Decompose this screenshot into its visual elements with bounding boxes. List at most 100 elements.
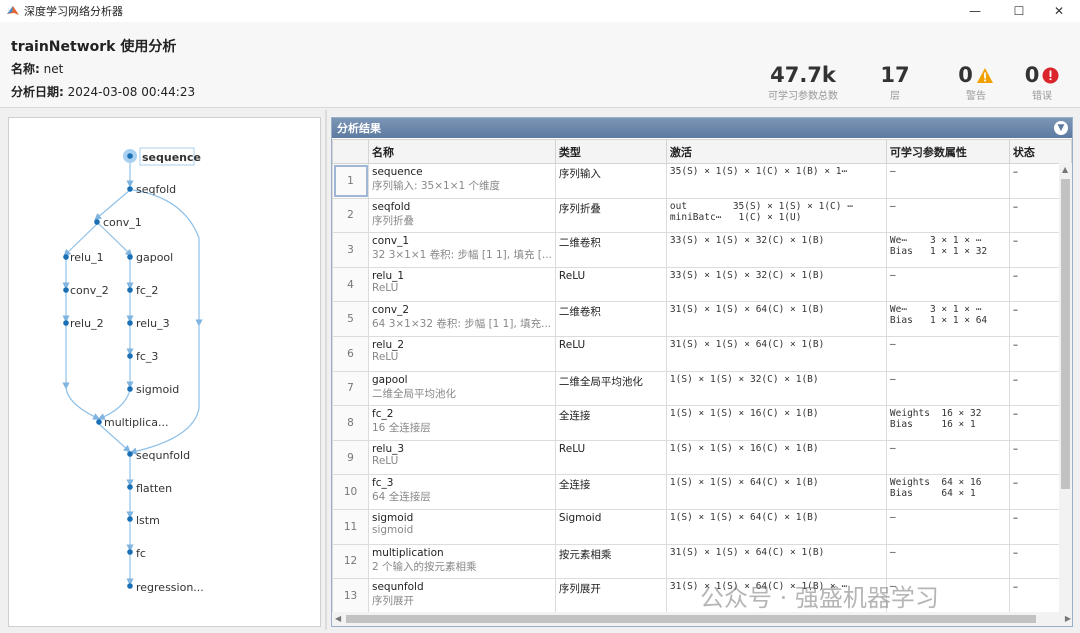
layer-learnables: – xyxy=(885,439,1010,476)
horizontal-scrollbar[interactable]: ◀ ▶ xyxy=(332,612,1072,626)
layer-description: 64 全连接层 xyxy=(372,491,431,504)
graph-node-gapool[interactable]: gapool xyxy=(136,251,173,264)
vertical-scroll-thumb[interactable] xyxy=(1061,179,1070,489)
layer-learnables: We⋯ 3 × 1 × ⋯ Bias 1 × 1 × 64 xyxy=(885,301,1010,337)
layer-name-cell: sigmoid sigmoid xyxy=(368,508,556,545)
name-label: 名称: xyxy=(11,62,40,76)
layer-activations: 31(S) × 1(S) × 64(C) × 1(B) xyxy=(665,335,887,372)
layer-learnables: We⋯ 3 × 1 × ⋯ Bias 1 × 1 × 32 xyxy=(885,232,1010,268)
graph-node-conv-2[interactable]: conv_2 xyxy=(70,284,109,297)
date-label: 分析日期: xyxy=(11,85,64,99)
layer-name-cell: fc_3 64 全连接层 xyxy=(368,474,556,510)
table-row[interactable]: 7 gapool 二维全局平均池化 二维全局平均池化 1(S) × 1(S) × 32(… xyxy=(332,370,1072,407)
table-row[interactable]: 6 relu_2 ReLU ReLU 31(S) × 1(S) × 64(C) × 1(… xyxy=(332,335,1072,372)
stat-value: 0 xyxy=(1024,63,1040,87)
layer-type: 序列折叠 xyxy=(554,197,667,234)
column-header-activations[interactable]: 激活 xyxy=(665,139,887,164)
graph-node-multiplication[interactable]: multiplica... xyxy=(104,416,169,429)
graph-node-lstm[interactable]: lstm xyxy=(136,514,160,527)
table-row[interactable]: 11 sigmoid sigmoid Sigmoid 1(S) × 1(S) × 64(… xyxy=(332,508,1072,545)
analysis-date: 分析日期: 2024-03-08 00:44:23 xyxy=(11,83,195,100)
column-header-type[interactable]: 类型 xyxy=(554,139,667,164)
table-row[interactable]: 8 fc_2 16 全连接层 全连接 1(S) × 1(S) × 16(C) × 1(B… xyxy=(332,405,1072,441)
graph-node-seqfold[interactable]: seqfold xyxy=(136,183,176,196)
layer-activations: 1(S) × 1(S) × 16(C) × 1(B) xyxy=(665,405,887,441)
layer-description: 64 3×1×32 卷积: 步幅 [1 1], 填充... xyxy=(372,318,552,331)
graph-node-relu-2[interactable]: relu_2 xyxy=(70,317,104,330)
layer-activations: 31(S) × 1(S) × 64(C) × 1(B) xyxy=(665,301,887,337)
table-row[interactable]: 12 multiplication 2 个输入的按元素相乘 按元素相乘 31(S) × … xyxy=(332,543,1072,580)
layer-type: 二维全局平均池化 xyxy=(554,370,667,407)
layer-type: ReLU xyxy=(554,335,667,372)
layer-activations: 35(S) × 1(S) × 1(C) × 1(B) × 1⋯ xyxy=(665,163,887,199)
row-index: 12 xyxy=(332,543,369,580)
collapse-icon[interactable]: ▼ xyxy=(1054,121,1068,135)
layer-graph-panel[interactable]: sequence seqfold conv_1 relu_1 gapool co… xyxy=(8,117,321,627)
scroll-left-icon[interactable]: ◀ xyxy=(335,614,341,623)
name-value: net xyxy=(43,62,64,76)
layer-graph[interactable]: sequence seqfold conv_1 relu_1 gapool co… xyxy=(9,118,320,626)
column-header-name[interactable]: 名称 xyxy=(368,139,556,164)
graph-node-sigmoid[interactable]: sigmoid xyxy=(136,383,179,396)
layer-description: ReLU xyxy=(372,454,399,467)
layer-description: 16 全连接层 xyxy=(372,422,431,435)
layer-learnables: – xyxy=(885,370,1010,407)
layer-description: 序列输入: 35×1×1 个维度 xyxy=(372,180,501,192)
layer-name-cell: seqfold 序列折叠 xyxy=(368,197,556,234)
layer-name-cell: sequence 序列输入: 35×1×1 个维度 xyxy=(368,163,556,199)
layer-description: 二维全局平均池化 xyxy=(372,387,456,400)
table-row[interactable]: 2 seqfold 序列折叠 序列折叠 out 35(S) × 1(S) × 1(C) … xyxy=(332,197,1072,234)
network-name: 名称: net xyxy=(11,60,63,77)
layer-name-cell: conv_1 32 3×1×1 卷积: 步幅 [1 1], 填充 [... xyxy=(368,232,556,268)
layer-activations: 1(S) × 1(S) × 64(C) × 1(B) xyxy=(665,508,887,545)
layer-learnables: – xyxy=(885,197,1010,234)
layer-name-cell: relu_2 ReLU xyxy=(368,335,556,372)
layer-activations: 1(S) × 1(S) × 16(C) × 1(B) xyxy=(665,439,887,476)
table-row[interactable]: 1 sequence 序列输入: 35×1×1 个维度 序列输入 35(S) × 1(S… xyxy=(332,163,1072,199)
layer-name: conv_1 xyxy=(372,235,409,248)
layer-name: relu_3 xyxy=(372,442,405,455)
stat-label: 警告 xyxy=(966,91,986,102)
graph-node-sequnfold[interactable]: sequnfold xyxy=(136,449,190,462)
layer-learnables: – xyxy=(885,163,1010,199)
scroll-up-icon[interactable]: ▲ xyxy=(1062,165,1068,174)
column-header-index[interactable] xyxy=(332,139,369,164)
column-header-status[interactable]: 状态 xyxy=(1008,139,1072,164)
stat-layers: 17 层 xyxy=(868,64,922,102)
stat-warnings[interactable]: 0 警告 xyxy=(948,64,1004,102)
layer-type: 序列输入 xyxy=(554,163,667,199)
stat-errors[interactable]: 0 错误 xyxy=(1014,64,1070,102)
graph-node-conv-1[interactable]: conv_1 xyxy=(103,216,142,229)
table-row[interactable]: 5 conv_2 64 3×1×32 卷积: 步幅 [1 1], 填充... 二维卷积… xyxy=(332,301,1072,337)
layer-name-cell: multiplication 2 个输入的按元素相乘 xyxy=(368,543,556,580)
results-header: 分析结果 ▼ xyxy=(332,118,1072,138)
graph-node-sequence[interactable]: sequence xyxy=(142,151,201,164)
layer-name-cell: fc_2 16 全连接层 xyxy=(368,405,556,441)
graph-node-relu-3[interactable]: relu_3 xyxy=(136,317,170,330)
graph-node-regression[interactable]: regression... xyxy=(136,581,204,594)
minimize-button[interactable]: — xyxy=(952,0,998,22)
layer-type: 二维卷积 xyxy=(554,232,667,268)
layer-type: 二维卷积 xyxy=(554,301,667,337)
table-row[interactable]: 4 relu_1 ReLU ReLU 33(S) × 1(S) × 32(C) × 1(… xyxy=(332,266,1072,303)
column-header-learnables[interactable]: 可学习参数属性 xyxy=(885,139,1010,164)
close-button[interactable]: ✕ xyxy=(1036,0,1080,22)
panel-splitter[interactable] xyxy=(325,110,327,630)
row-index: 3 xyxy=(332,232,369,268)
table-row[interactable]: 9 relu_3 ReLU ReLU 1(S) × 1(S) × 16(C) × 1(B… xyxy=(332,439,1072,476)
graph-node-relu-1[interactable]: relu_1 xyxy=(70,251,104,264)
layer-type: ReLU xyxy=(554,266,667,303)
graph-node-fc-3[interactable]: fc_3 xyxy=(136,350,158,363)
graph-node-fc[interactable]: fc xyxy=(136,547,146,560)
table-row[interactable]: 10 fc_3 64 全连接层 全连接 1(S) × 1(S) × 64(C) × 1(… xyxy=(332,474,1072,510)
graph-node-fc-2[interactable]: fc_2 xyxy=(136,284,158,297)
horizontal-scroll-thumb[interactable] xyxy=(346,615,1036,623)
graph-node-flatten[interactable]: flatten xyxy=(136,482,172,495)
table-row[interactable]: 3 conv_1 32 3×1×1 卷积: 步幅 [1 1], 填充 [... 二维卷… xyxy=(332,232,1072,268)
layer-learnables: Weights 16 × 32 Bias 16 × 1 xyxy=(885,405,1010,441)
date-value: 2024-03-08 00:44:23 xyxy=(67,85,196,99)
vertical-scrollbar[interactable]: ▲ xyxy=(1059,163,1072,612)
layer-name: fc_2 xyxy=(372,408,394,421)
stat-value: 0 xyxy=(958,63,973,87)
scroll-right-icon[interactable]: ▶ xyxy=(1065,614,1071,623)
